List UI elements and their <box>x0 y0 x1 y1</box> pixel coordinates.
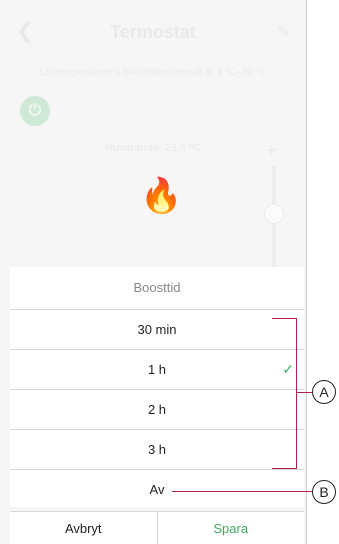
option-label: Av <box>149 482 165 497</box>
temperature-slider-knob[interactable] <box>264 204 284 224</box>
plus-icon[interactable]: + <box>266 140 277 161</box>
phone-screen: ❮ Termostat ✎ Lufttemperaturens börvärde… <box>0 0 307 544</box>
callout-a-badge: A <box>312 380 336 404</box>
option-off[interactable]: Av <box>10 470 304 509</box>
option-3-h[interactable]: 3 h <box>10 430 304 470</box>
callout-b-badge: B <box>312 480 336 504</box>
option-30-min[interactable]: 30 min <box>10 310 304 350</box>
callout-a-line <box>296 392 312 393</box>
flame-icon: 🔥 <box>140 177 183 215</box>
option-1-h[interactable]: 1 h ✓ <box>10 350 304 390</box>
sheet-footer: Avbryt Spara <box>10 511 304 544</box>
callout-b-line <box>172 491 312 492</box>
callout-a-bracket <box>272 318 297 469</box>
pencil-icon[interactable]: ✎ <box>277 22 290 42</box>
boost-time-sheet: Boosttid 30 min 1 h ✓ 2 h 3 h Av <box>10 267 304 507</box>
option-label: 2 h <box>147 402 167 417</box>
sheet-title: Boosttid <box>10 267 304 310</box>
option-label: 3 h <box>147 442 167 457</box>
save-button[interactable]: Spara <box>158 512 305 544</box>
option-label: 30 min <box>137 322 177 337</box>
cancel-button[interactable]: Avbryt <box>10 512 158 544</box>
page-title: Termostat <box>110 22 196 42</box>
option-2-h[interactable]: 2 h <box>10 390 304 430</box>
setpoint-range-text: Lufttemperaturens börvärdesintervall är … <box>39 67 267 78</box>
power-icon[interactable]: ⏻ <box>20 96 50 126</box>
current-temperature: Nuvarande: 23,5 ºC <box>104 142 202 154</box>
option-label: 1 h <box>147 362 167 377</box>
